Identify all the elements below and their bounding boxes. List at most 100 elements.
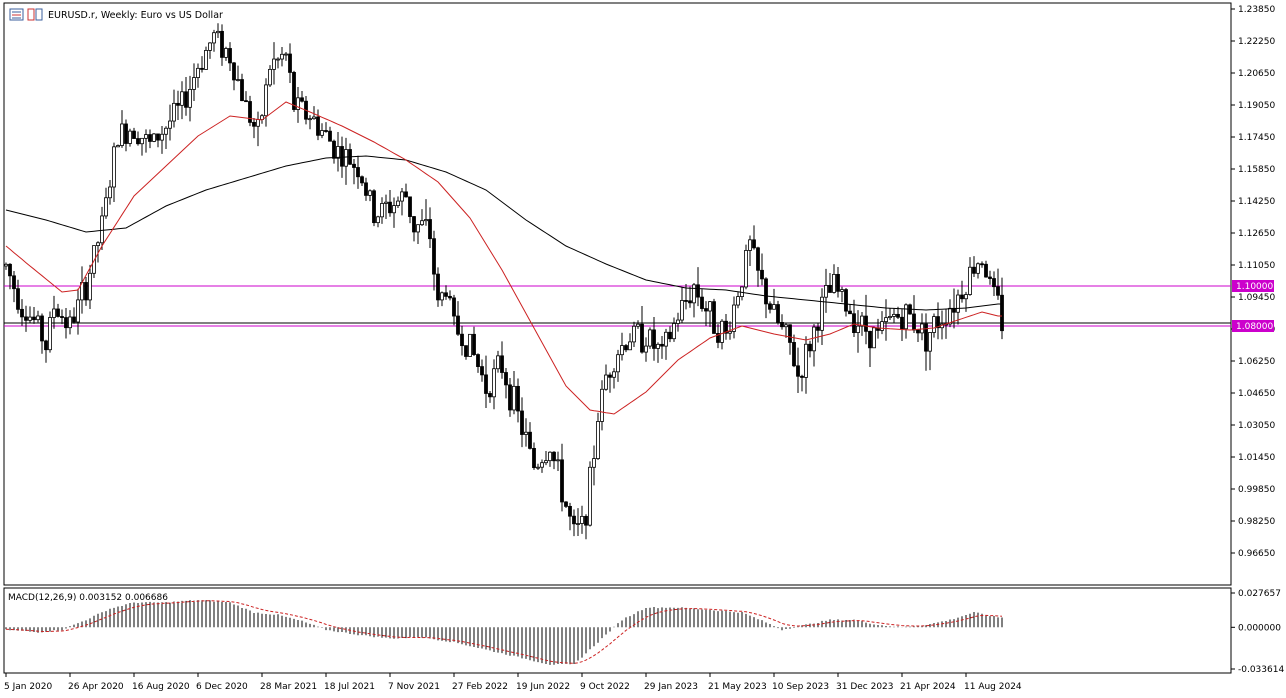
candle-body xyxy=(120,123,124,146)
candle-body xyxy=(236,79,240,81)
candle-body xyxy=(788,324,792,343)
candle-body xyxy=(380,203,384,218)
candle-body xyxy=(356,167,360,178)
candle-body xyxy=(228,48,232,64)
candle-body xyxy=(652,329,656,349)
candle-body xyxy=(416,224,420,233)
candle-body xyxy=(860,315,864,327)
candle-body xyxy=(784,324,788,328)
candle-body xyxy=(572,515,576,525)
time-tick-label: 5 Jan 2020 xyxy=(4,682,52,692)
candle-body xyxy=(508,384,512,411)
candle-body xyxy=(156,133,160,141)
candle-body xyxy=(56,308,60,317)
candle-body xyxy=(992,278,996,288)
candle-body xyxy=(336,146,340,159)
candle-body xyxy=(284,53,288,56)
candle-body xyxy=(520,410,524,435)
candle-body xyxy=(768,303,772,310)
candle-body xyxy=(280,53,284,60)
price-tick-label: 1.03050 xyxy=(1238,421,1275,431)
time-tick-label: 10 Sep 2023 xyxy=(772,682,829,692)
candle-body xyxy=(384,201,388,204)
candle-body xyxy=(332,140,336,159)
chart-properties-icon[interactable] xyxy=(9,8,24,21)
candle-body xyxy=(204,50,208,70)
candle-body xyxy=(72,316,76,323)
candle-body xyxy=(684,300,688,302)
candle-body xyxy=(160,133,164,141)
candle-body xyxy=(588,466,592,526)
candle-body xyxy=(496,355,500,370)
candle-body xyxy=(868,330,872,349)
candle-body xyxy=(268,68,272,86)
candle-body xyxy=(960,294,964,300)
price-tick-label: 1.11050 xyxy=(1238,261,1275,271)
candle-body xyxy=(8,263,12,277)
candle-body xyxy=(760,269,764,280)
candle-body xyxy=(84,282,88,301)
time-tick-label: 21 Apr 2024 xyxy=(900,682,956,692)
candle-body xyxy=(112,146,116,188)
price-tick-label: 0.98250 xyxy=(1238,517,1275,527)
candle-body xyxy=(32,316,36,321)
candle-body xyxy=(756,247,760,271)
candle-body xyxy=(476,354,480,367)
candle-body xyxy=(916,329,920,334)
candle-body xyxy=(636,323,640,327)
candle-body xyxy=(816,326,820,331)
candle-body xyxy=(96,242,100,247)
trading-chart[interactable]: EURUSD.r, Weekly: Euro vs US Dollar 1.23… xyxy=(0,0,1286,698)
candle-body xyxy=(888,316,892,319)
candle-body xyxy=(392,205,396,214)
candle-body xyxy=(668,331,672,340)
candle-body xyxy=(524,431,528,435)
candle-body xyxy=(36,315,40,321)
candle-body xyxy=(560,459,564,503)
price-tick-label: 1.09450 xyxy=(1238,293,1275,303)
candle-body xyxy=(76,299,80,323)
candle-body xyxy=(320,130,324,136)
price-tick-label: 1.04650 xyxy=(1238,389,1275,399)
candle-body xyxy=(584,515,588,526)
candle-body xyxy=(376,216,380,224)
candle-body xyxy=(996,286,1000,296)
candle-body xyxy=(448,295,452,299)
candle-body xyxy=(676,319,680,324)
time-tick-label: 9 Oct 2022 xyxy=(580,682,630,692)
candle-body xyxy=(528,431,532,449)
candle-body xyxy=(988,276,992,279)
candle-body xyxy=(136,138,140,145)
time-tick-label: 26 Apr 2020 xyxy=(68,682,124,692)
candle-body xyxy=(884,317,888,323)
candle-body xyxy=(980,263,984,266)
candle-body xyxy=(904,304,908,330)
candle-body xyxy=(444,292,448,297)
candle-body xyxy=(732,304,736,332)
candle-body xyxy=(388,201,392,214)
candle-body xyxy=(692,284,696,304)
candle-body xyxy=(316,116,320,136)
candle-body xyxy=(412,216,416,233)
candle-body xyxy=(648,329,652,347)
candle-body xyxy=(796,365,800,377)
candle-body xyxy=(628,341,632,351)
candle-body xyxy=(464,345,468,357)
chart-title: EURUSD.r, Weekly: Euro vs US Dollar xyxy=(48,10,223,21)
candle-body xyxy=(748,239,752,251)
candle-body xyxy=(288,53,292,73)
candle-body xyxy=(60,316,64,318)
candle-body xyxy=(364,182,368,196)
macd-tick-label: 0.027657 xyxy=(1238,589,1281,599)
candle-body xyxy=(176,102,180,106)
candle-body xyxy=(432,238,436,275)
candle-body xyxy=(632,325,636,343)
time-tick-label: 28 Mar 2021 xyxy=(260,682,317,692)
macd-title: MACD(12,26,9) 0.003152 0.006686 xyxy=(8,593,168,603)
level-tag-label: 1.10000 xyxy=(1236,282,1273,292)
candle-body xyxy=(344,149,348,167)
candle-body xyxy=(516,385,520,412)
candle-body xyxy=(248,101,252,123)
candle-body xyxy=(616,354,620,373)
time-tick-label: 27 Feb 2022 xyxy=(452,682,508,692)
